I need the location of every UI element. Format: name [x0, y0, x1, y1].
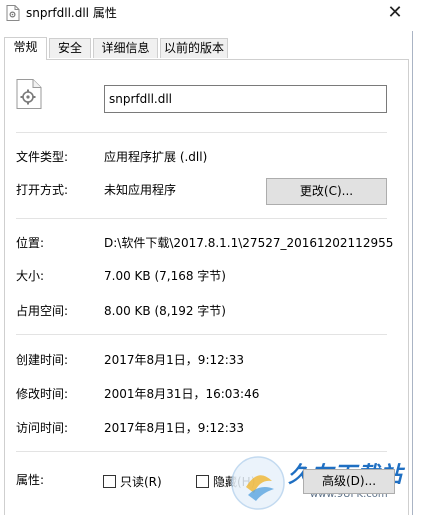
tab-previous-versions[interactable]: 以前的版本	[160, 38, 228, 58]
tab-general[interactable]: 常规	[4, 37, 47, 60]
window-title: snprfdll.dll 属性	[26, 6, 117, 20]
file-name-input[interactable]	[104, 85, 387, 113]
hidden-label: 隐藏(H)	[213, 475, 256, 489]
readonly-label: 只读(R)	[120, 475, 162, 489]
location-value: D:\软件下载\2017.8.1.1\27527_20161202112955	[104, 236, 394, 250]
advanced-button[interactable]: 高级(D)...	[303, 469, 395, 494]
disk-size-label: 占用空间:	[16, 304, 69, 318]
modified-label: 修改时间:	[16, 387, 69, 401]
file-icon	[6, 5, 20, 21]
title-bar[interactable]: snprfdll.dll 属性 ✕	[0, 0, 413, 31]
file-type-value: 应用程序扩展 (.dll)	[104, 150, 208, 164]
properties-dialog: snprfdll.dll 属性 ✕ 常规 安全 详细信息 以前的版本 文件类型:…	[0, 0, 413, 515]
attributes-label: 属性:	[16, 473, 45, 487]
created-value: 2017年8月1日，9:12:33	[104, 353, 245, 367]
disk-size-value: 8.00 KB (8,192 字节)	[104, 304, 226, 318]
divider	[16, 218, 387, 219]
general-tab-panel	[4, 59, 409, 515]
file-type-label: 文件类型:	[16, 150, 69, 164]
created-label: 创建时间:	[16, 353, 69, 367]
checkbox-unchecked-icon[interactable]	[196, 475, 209, 488]
modified-value: 2001年8月31日，16:03:46	[104, 387, 260, 401]
readonly-checkbox[interactable]: 只读(R)	[103, 474, 162, 490]
close-button[interactable]: ✕	[383, 2, 407, 24]
change-button[interactable]: 更改(C)...	[266, 178, 387, 205]
tab-security[interactable]: 安全	[49, 38, 91, 58]
checkbox-unchecked-icon[interactable]	[103, 475, 116, 488]
accessed-value: 2017年8月1日，9:12:33	[104, 421, 245, 435]
tab-details[interactable]: 详细信息	[93, 38, 158, 58]
close-icon: ✕	[387, 2, 403, 23]
size-value: 7.00 KB (7,168 字节)	[104, 269, 226, 283]
open-with-label: 打开方式:	[16, 183, 69, 197]
size-label: 大小:	[16, 269, 45, 283]
dll-settings-file-icon	[16, 79, 42, 109]
divider	[16, 451, 387, 452]
divider	[16, 334, 387, 335]
accessed-label: 访问时间:	[16, 421, 69, 435]
tab-strip: 常规 安全 详细信息 以前的版本	[4, 37, 409, 60]
hidden-checkbox[interactable]: 隐藏(H)	[196, 474, 255, 490]
divider	[16, 132, 387, 133]
location-label: 位置:	[16, 236, 45, 250]
open-with-value: 未知应用程序	[104, 183, 177, 197]
